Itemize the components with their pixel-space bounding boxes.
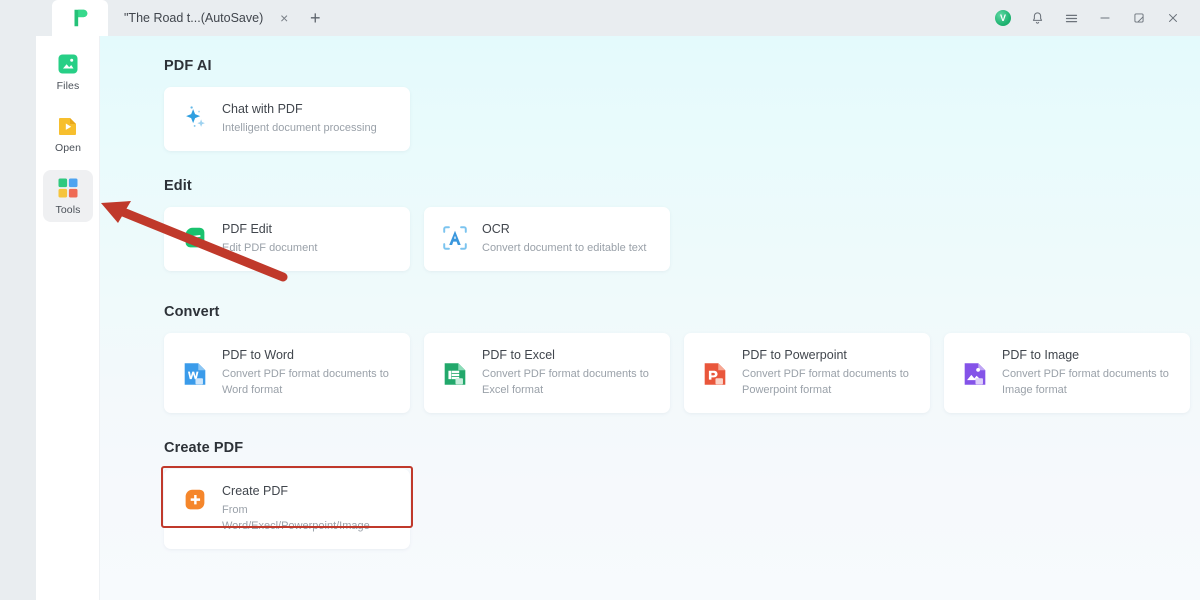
card-subtitle: Intelligent document processing — [222, 122, 377, 135]
card-title: PDF to Image — [1002, 348, 1080, 362]
hamburger-menu-icon — [1065, 14, 1077, 22]
ai-sparkle-icon — [186, 106, 205, 127]
app-logo-tab[interactable] — [52, 0, 108, 36]
card-title: Chat with PDF — [222, 102, 303, 116]
ocr-icon — [443, 226, 467, 250]
powerpoint-icon — [704, 363, 726, 385]
tools-icon — [58, 178, 78, 198]
section-title: Edit — [164, 178, 192, 194]
tab-close-icon[interactable]: × — [277, 11, 291, 25]
close-icon — [1169, 14, 1177, 22]
card-text: Create PDF From Word/Execl/Powerpoint/Im… — [222, 483, 394, 535]
section-title: Create PDF — [164, 440, 244, 456]
card-subtitle: Convert PDF format documents to Excel fo… — [482, 368, 649, 397]
card-title: Create PDF — [222, 484, 288, 498]
create-pdf-icon — [185, 489, 205, 510]
app-window-frame: "The Road t...(AutoSave) × + V Files Ope… — [36, 0, 1200, 600]
tools-panel: PDF AI Chat with PDF Intelligent documen… — [100, 36, 1200, 600]
sidebar-item-open[interactable]: Open — [43, 108, 93, 160]
word-icon — [184, 363, 206, 385]
tool-card-ocr[interactable]: OCR Convert document to editable text — [424, 207, 670, 272]
title-bar: "The Road t...(AutoSave) × + V — [36, 0, 1200, 36]
section-title: Convert — [164, 304, 220, 320]
sidebar-item-files[interactable]: Files — [43, 46, 93, 98]
card-subtitle: Convert PDF format documents to Powerpoi… — [742, 368, 909, 397]
card-subtitle: From Word/Execl/Powerpoint/Image — [222, 504, 370, 533]
sidebar-item-label: Tools — [55, 204, 81, 216]
window-controls: V — [986, 0, 1190, 36]
card-row: PDF to Word Convert PDF format documents… — [164, 333, 1190, 414]
card-title: PDF to Excel — [482, 348, 555, 362]
section-create-pdf: Create PDF Create PDF From Word/Execl/Po… — [161, 440, 413, 550]
section-title: PDF AI — [164, 58, 212, 74]
card-text: PDF to Powerpoint Convert PDF format doc… — [742, 347, 914, 399]
card-subtitle: Convert PDF format documents to Image fo… — [1002, 368, 1169, 397]
card-row: Create PDF From Word/Execl/Powerpoint/Im… — [161, 466, 413, 550]
sidebar-item-tools[interactable]: Tools — [43, 170, 93, 222]
application-window: "The Road t...(AutoSave) × + V Files Ope… — [0, 0, 1200, 600]
tool-card-pdf-to-excel[interactable]: PDF to Excel Convert PDF format document… — [424, 333, 670, 414]
bell-icon — [1032, 11, 1042, 24]
sidebar-item-label: Open — [54, 142, 82, 154]
files-icon — [58, 54, 78, 74]
notifications-bell-button[interactable] — [1020, 0, 1054, 36]
card-text: PDF to Word Convert PDF format documents… — [222, 347, 394, 399]
highlighted-card-wrapper: Create PDF From Word/Execl/Powerpoint/Im… — [161, 466, 413, 550]
card-subtitle: Convert document to editable text — [482, 242, 647, 255]
card-row: Chat with PDF Intelligent document proce… — [164, 87, 410, 152]
card-subtitle: Edit PDF document — [222, 242, 318, 255]
card-row: PDF Edit Edit PDF document OCR Convert d… — [164, 207, 670, 272]
pdf-app-logo-icon — [74, 9, 88, 27]
tool-card-pdf-to-word[interactable]: PDF to Word Convert PDF format documents… — [164, 333, 410, 414]
pdf-edit-icon — [185, 227, 205, 248]
card-title: PDF Edit — [222, 222, 273, 236]
card-text: PDF Edit Edit PDF document — [222, 221, 317, 257]
tool-card-pdf-to-powerpoint[interactable]: PDF to Powerpoint Convert PDF format doc… — [684, 333, 930, 414]
section-edit: Edit PDF Edit Edit PDF document OCR Conv… — [164, 178, 670, 272]
account-avatar[interactable]: V — [986, 0, 1020, 36]
card-text: Chat with PDF Intelligent document proce… — [222, 101, 377, 137]
excel-icon — [444, 363, 466, 385]
open-icon — [59, 118, 76, 135]
tool-card-pdf-to-image[interactable]: PDF to Image Convert PDF format document… — [944, 333, 1190, 414]
card-subtitle: Convert PDF format documents to Word for… — [222, 368, 389, 397]
card-text: PDF to Excel Convert PDF format document… — [482, 347, 654, 399]
section-convert: Convert PDF to Word Convert PDF format d… — [164, 304, 1190, 414]
minimize-icon — [1100, 17, 1110, 19]
card-title: OCR — [482, 222, 510, 236]
main-menu-button[interactable] — [1054, 0, 1088, 36]
card-title: PDF to Word — [222, 348, 295, 362]
restore-window-icon — [1134, 13, 1144, 23]
card-title: PDF to Powerpoint — [742, 348, 847, 362]
sidebar: Files Open Tools — [36, 36, 100, 600]
tool-card-create-pdf[interactable]: Create PDF From Word/Execl/Powerpoint/Im… — [164, 469, 410, 550]
new-tab-button[interactable]: + — [310, 9, 321, 27]
document-tab-title: "The Road t...(AutoSave) — [124, 11, 264, 25]
avatar: V — [995, 10, 1011, 26]
tool-card-chat-with-pdf[interactable]: Chat with PDF Intelligent document proce… — [164, 87, 410, 152]
document-tab[interactable]: "The Road t...(AutoSave) × — [116, 0, 299, 36]
maximize-button[interactable] — [1122, 0, 1156, 36]
card-text: OCR Convert document to editable text — [482, 221, 646, 257]
image-icon — [964, 363, 986, 385]
minimize-button[interactable] — [1088, 0, 1122, 36]
tool-card-pdf-edit[interactable]: PDF Edit Edit PDF document — [164, 207, 410, 272]
section-pdf-ai: PDF AI Chat with PDF Intelligent documen… — [164, 58, 410, 152]
sidebar-item-label: Files — [56, 80, 80, 92]
card-text: PDF to Image Convert PDF format document… — [1002, 347, 1174, 399]
close-button[interactable] — [1156, 0, 1190, 36]
